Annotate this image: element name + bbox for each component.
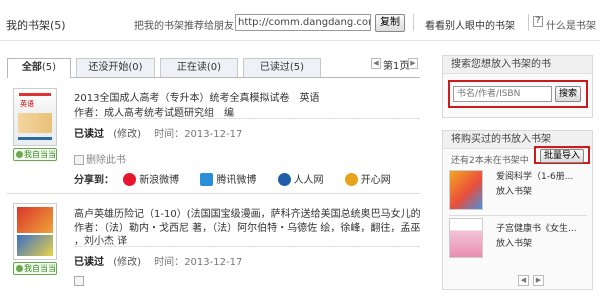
tab-reading[interactable]: 正在读(0) <box>160 58 238 77</box>
header-divider-2 <box>528 14 529 31</box>
modify-status-link[interactable]: (修改) <box>113 257 141 268</box>
purchased-book-cover[interactable] <box>449 218 483 258</box>
date-label: 时间： <box>154 257 185 268</box>
book-title-link[interactable]: 高卢英雄历险记（1-10）(法国国宝级漫画，萨科齐送给美国总统奥巴马女儿的礼..… <box>74 205 420 220</box>
share-row: 分享到： 新浪微博 腾讯微博 人人网 开心网 <box>74 171 391 186</box>
page-title: 我的书架(5) <box>6 17 66 33</box>
dashed-divider <box>74 246 420 247</box>
add-to-shelf-link[interactable]: 放入书架 <box>496 184 532 197</box>
share-renren-label: 人人网 <box>293 175 324 186</box>
header-divider <box>413 14 414 31</box>
share-tencent-label: 腾讯微博 <box>216 175 257 186</box>
cover-art-top <box>17 207 53 233</box>
tab-all[interactable]: 全部(5) <box>7 58 71 78</box>
help-icon: ? <box>533 16 543 27</box>
purchased-book-cover[interactable] <box>449 170 483 210</box>
tab-reading-label: 正在读 <box>176 62 207 73</box>
reading-status-row: 已读过 (修改) 时间：2013-12-17 <box>74 125 242 140</box>
cover-stripe <box>19 93 51 96</box>
renren-icon <box>277 173 291 186</box>
delete-icon <box>74 155 84 165</box>
tab-reading-count: (0) <box>206 62 222 73</box>
badge-icon <box>16 265 23 272</box>
title-count: (5) <box>50 19 66 32</box>
book-separator <box>7 193 420 194</box>
date-value: 2013-12-17 <box>184 257 243 268</box>
tab-not-started-label: 还没开始 <box>88 62 129 73</box>
search-panel-title: 搜索您想放入书架的书 <box>443 56 592 74</box>
delete-text: 删除此书 <box>86 155 126 166</box>
delete-icon[interactable] <box>74 276 84 286</box>
share-renren[interactable]: 人人网 <box>277 173 324 186</box>
pager-page: 第1页 <box>383 61 410 72</box>
share-sina-weibo[interactable]: 新浪微博 <box>123 173 180 186</box>
book-cover[interactable]: 英语 <box>13 88 57 146</box>
remaining-count-text: 还有2本未在书架中 <box>451 156 529 166</box>
book-cover[interactable] <box>13 203 57 260</box>
tab-active-gap <box>8 77 70 78</box>
tab-read-count: (5) <box>289 62 305 73</box>
sidebar-separator <box>449 215 587 216</box>
reading-status-row: 已读过 (修改) 时间：2013-12-17 <box>74 253 242 268</box>
share-label: 分享到： <box>74 175 114 186</box>
from-dangdang-badge: 我自当当 <box>13 262 57 275</box>
tab-all-label: 全部 <box>21 62 42 73</box>
share-kaixin-label: 开心网 <box>360 175 391 186</box>
share-url-field[interactable]: http://comm.dangdang.com/mer <box>235 14 371 31</box>
share-tencent-weibo[interactable]: 腾讯微博 <box>200 173 257 186</box>
header-separator <box>0 40 600 41</box>
book-author: 作者：成人高考统考试题研究组 编 <box>74 104 234 119</box>
status-text: 已读过 <box>74 257 104 268</box>
tab-read-label: 已读过 <box>259 62 290 73</box>
sidebar-next-icon[interactable]: ▶ <box>533 275 544 286</box>
title-text: 我的书架 <box>6 19 50 32</box>
tab-not-started-count: (0) <box>128 62 143 73</box>
author-value: （法）勒内・戈西尼 著，（法）阿尔伯特・乌德佐 绘，徐峰，翻往，孟巫，金整 <box>104 223 420 234</box>
recommend-label: 把我的书架推荐给朋友： <box>134 21 244 32</box>
book-title-link[interactable]: 2013全国成人高考（专升本）统考全真模拟试卷 英语 <box>74 89 319 104</box>
tab-not-started[interactable]: 还没开始(0) <box>76 58 155 77</box>
cover-band <box>18 137 52 140</box>
purchased-book-title[interactable]: 爱阅科学（1-6册... <box>496 169 573 182</box>
search-input[interactable] <box>453 86 552 102</box>
dashed-divider <box>74 118 420 119</box>
cover-art-bottom <box>17 235 53 256</box>
from-dangdang-badge: 我自当当 <box>13 148 57 161</box>
cover-art <box>18 113 52 133</box>
tab-read[interactable]: 已读过(5) <box>243 58 321 77</box>
sina-weibo-icon <box>123 173 137 186</box>
book-author-cont: ，刘小杰 译 <box>74 236 128 247</box>
add-to-shelf-link[interactable]: 放入书架 <box>496 236 532 249</box>
kaixin-icon <box>344 173 358 186</box>
status-text: 已读过 <box>74 129 104 140</box>
batch-import-button[interactable]: 批量导入 <box>540 149 585 163</box>
what-is-bookshelf-link[interactable]: 什么是书架 <box>546 17 596 32</box>
share-kaixin[interactable]: 开心网 <box>344 173 391 186</box>
search-button[interactable]: 搜索 <box>555 86 582 102</box>
tencent-weibo-icon <box>200 173 214 186</box>
pager-next-icon[interactable]: ▶ <box>408 58 418 69</box>
tab-all-count: (5) <box>41 62 57 73</box>
date-value: 2013-12-17 <box>184 129 243 140</box>
sidebar-prev-icon[interactable]: ◀ <box>518 275 529 286</box>
badge-icon <box>16 151 23 158</box>
share-sina-label: 新浪微博 <box>139 175 180 186</box>
cover-text: 英语 <box>20 100 34 108</box>
badge-text: 我自当当 <box>24 264 56 273</box>
purchased-book-title[interactable]: 子宫健康书《女生... <box>496 221 577 234</box>
badge-text: 我自当当 <box>24 150 56 159</box>
pager-prev-icon[interactable]: ◀ <box>371 58 381 69</box>
delete-book-link[interactable]: 删除此书 <box>74 151 126 166</box>
date-label: 时间： <box>154 129 185 140</box>
modify-status-link[interactable]: (修改) <box>113 129 141 140</box>
copy-button[interactable]: 复制 <box>375 14 405 32</box>
see-others-link[interactable]: 看看别人眼中的书架 <box>425 17 515 32</box>
